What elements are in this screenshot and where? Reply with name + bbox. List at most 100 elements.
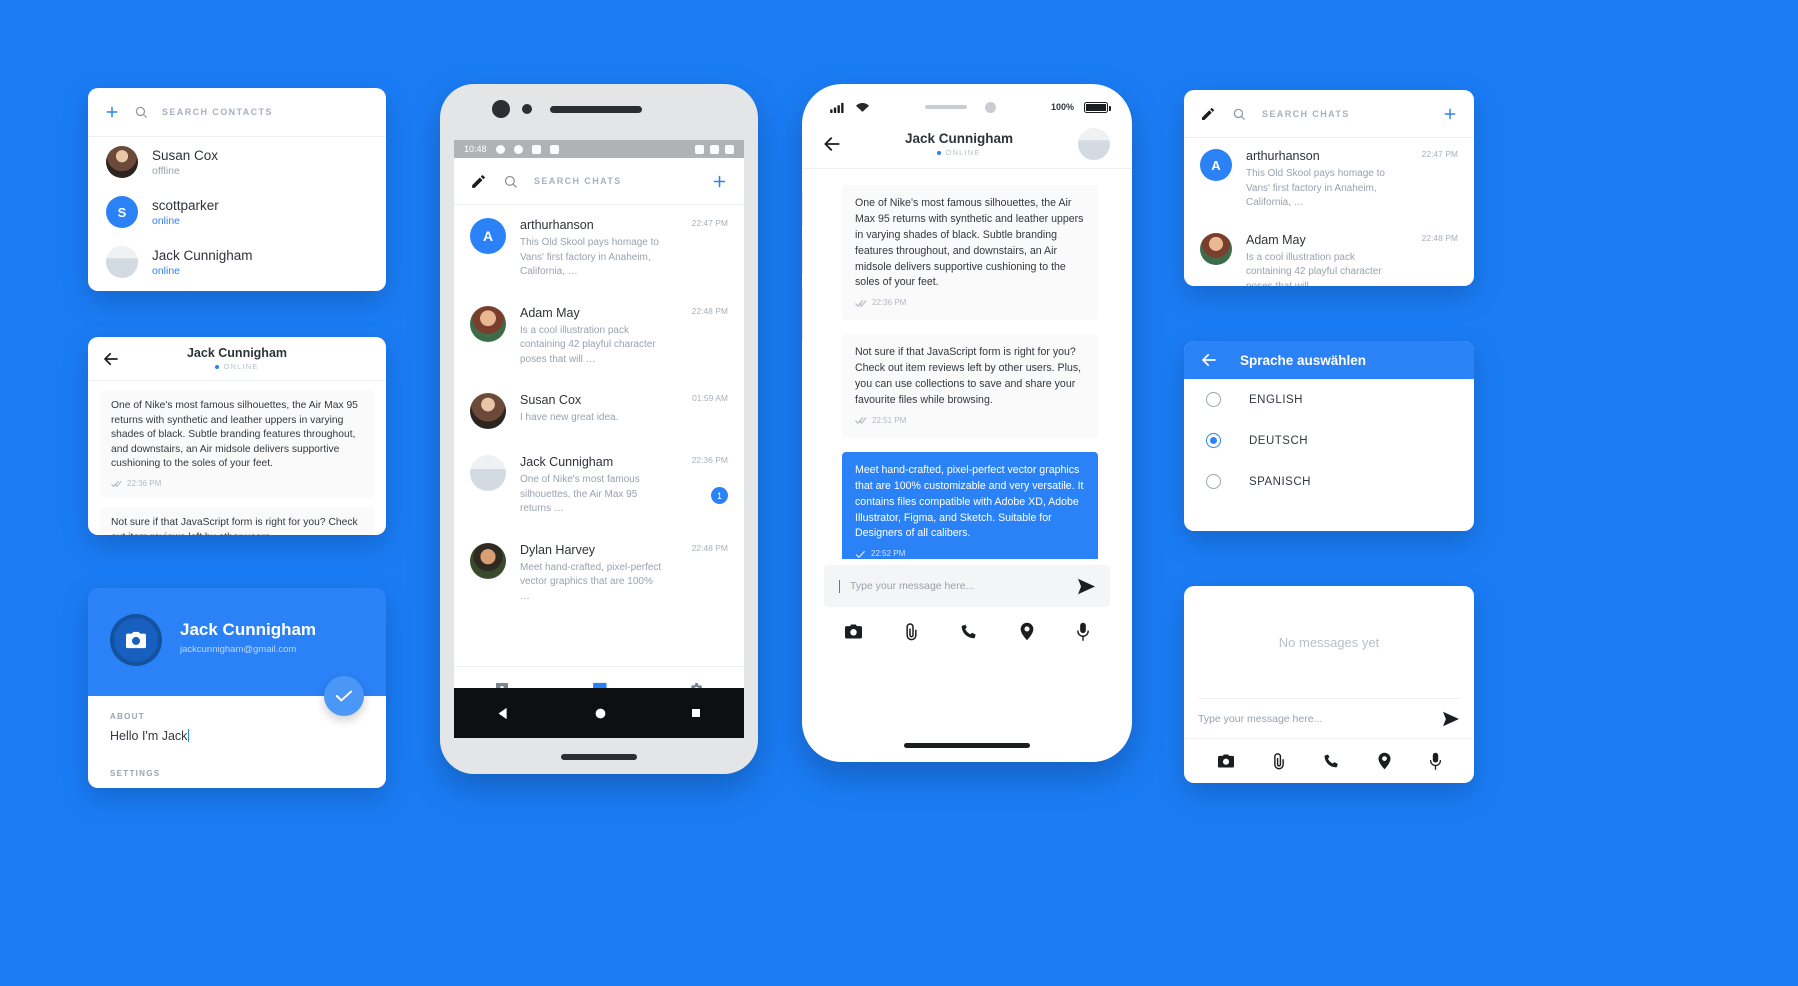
chat-time: 22:47 PM bbox=[691, 218, 728, 228]
contact-name: scottparker bbox=[152, 197, 219, 213]
avatar bbox=[106, 146, 138, 178]
radio-icon-selected[interactable] bbox=[1206, 433, 1221, 448]
profile-email: jackcunnigham@gmail.com bbox=[180, 644, 297, 655]
camera-avatar-icon[interactable] bbox=[110, 614, 162, 666]
new-chat-icon[interactable] bbox=[711, 173, 728, 190]
chat-time: 01:59 AM bbox=[692, 393, 728, 403]
chat-time: 22:48 PM bbox=[691, 542, 728, 553]
android-screen: 10:48 SEARCH CHATS A arthurhanson This O… bbox=[454, 140, 744, 724]
status-right-cluster bbox=[695, 144, 734, 154]
chat-name: Jack Cunnigham bbox=[520, 455, 614, 469]
language-option-deutsch[interactable]: DEUTSCH bbox=[1184, 420, 1474, 461]
search-icon[interactable] bbox=[1232, 107, 1246, 121]
status-icon-a bbox=[495, 144, 505, 154]
chat-preview: This Old Skool pays homage to Vans' firs… bbox=[520, 237, 659, 277]
chat-list[interactable]: A arthurhanson This Old Skool pays homag… bbox=[454, 205, 744, 635]
recents-nav-icon[interactable] bbox=[690, 707, 702, 719]
add-contact-icon[interactable] bbox=[104, 104, 120, 120]
back-nav-icon[interactable] bbox=[496, 706, 511, 721]
message-input[interactable]: Type your message here... bbox=[850, 580, 1067, 592]
send-icon[interactable] bbox=[1077, 578, 1096, 595]
chat-list-item[interactable]: Susan Cox I have new great idea. 01:59 A… bbox=[454, 380, 744, 442]
search-chats-input[interactable]: SEARCH CHATS bbox=[534, 176, 622, 186]
location-icon[interactable] bbox=[1019, 622, 1035, 641]
chat-time: 22:47 PM bbox=[1421, 149, 1458, 159]
chat-name: Dylan Harvey bbox=[520, 542, 596, 557]
message-thread[interactable]: One of Nike's most famous silhouettes, t… bbox=[802, 169, 1132, 559]
empty-state: No messages yet bbox=[1184, 586, 1474, 698]
sensor-icon bbox=[522, 104, 532, 114]
about-label: ABOUT bbox=[110, 712, 145, 721]
profile-card: Jack Cunnigham jackcunnigham@gmail.com A… bbox=[88, 588, 386, 788]
contacts-toolbar: SEARCH CONTACTS bbox=[88, 88, 386, 136]
phone-icon[interactable] bbox=[960, 622, 978, 640]
language-option-spanisch[interactable]: SPANISCH bbox=[1184, 461, 1474, 502]
chat-name: arthurhanson bbox=[520, 218, 594, 232]
location-icon[interactable] bbox=[1377, 752, 1392, 770]
chat-header-divider bbox=[88, 380, 386, 381]
avatar[interactable] bbox=[1076, 126, 1112, 162]
chat-preview: This Old Skool pays homage to Vans' firs… bbox=[1246, 168, 1385, 208]
power-button[interactable] bbox=[802, 288, 803, 340]
online-dot-icon bbox=[937, 151, 942, 156]
home-nav-icon[interactable] bbox=[594, 707, 607, 720]
message-composer[interactable]: Type your message here... bbox=[1198, 698, 1460, 738]
status-icon-b bbox=[513, 144, 523, 154]
online-dot-icon bbox=[215, 365, 220, 370]
chat-list-item[interactable]: Jack Cunnigham One of Nike's most famous… bbox=[454, 442, 744, 530]
camera-icon[interactable] bbox=[844, 623, 863, 640]
new-chat-icon[interactable] bbox=[1442, 106, 1458, 122]
message-composer[interactable]: Type your message here... bbox=[824, 565, 1110, 607]
chat-time: 22:36 PM bbox=[691, 455, 728, 465]
chat-list-item[interactable]: A arthurhanson This Old Skool pays homag… bbox=[1184, 138, 1474, 222]
back-arrow-icon[interactable] bbox=[1200, 351, 1218, 369]
chat-name: Adam May bbox=[520, 305, 580, 320]
volume-up-button[interactable] bbox=[802, 192, 803, 226]
chat-name: arthurhanson bbox=[1246, 149, 1320, 163]
phone-speaker-area bbox=[440, 84, 758, 134]
text-cursor bbox=[188, 729, 190, 742]
message-input[interactable]: Type your message here... bbox=[1198, 713, 1434, 725]
contact-status: online bbox=[152, 264, 181, 277]
search-chats-input[interactable]: SEARCH CHATS bbox=[1262, 109, 1350, 119]
attachment-icon[interactable] bbox=[1272, 752, 1286, 770]
earpiece-speaker bbox=[550, 105, 642, 113]
phone-icon[interactable] bbox=[1323, 752, 1340, 769]
chat-list-item[interactable]: Adam May Is a cool illustration pack con… bbox=[1184, 222, 1474, 286]
chat-list-item[interactable]: Adam May Is a cool illustration pack con… bbox=[454, 293, 744, 381]
save-profile-button[interactable] bbox=[324, 676, 364, 716]
ios-phone-mockup: 100% Jack Cunnigham ONLINE One of Nike's… bbox=[802, 84, 1132, 762]
search-contacts-input[interactable]: SEARCH CONTACTS bbox=[162, 107, 273, 117]
microphone-icon[interactable] bbox=[1429, 752, 1442, 770]
camera-icon[interactable] bbox=[1217, 753, 1235, 769]
home-indicator bbox=[904, 743, 1030, 748]
compose-pencil-icon[interactable] bbox=[1200, 106, 1216, 122]
chat-time: 22:48 PM bbox=[691, 305, 728, 316]
contact-status: online bbox=[152, 214, 181, 227]
chat-header: Jack Cunnigham ONLINE bbox=[88, 337, 386, 380]
avatar bbox=[470, 305, 506, 342]
back-arrow-icon[interactable] bbox=[822, 134, 842, 154]
search-icon[interactable] bbox=[503, 174, 518, 189]
volume-down-button[interactable] bbox=[802, 240, 803, 274]
contact-list-item[interactable]: S scottparker online bbox=[88, 187, 386, 237]
design-showcase-background: SEARCH CONTACTS Susan Cox offline S scot… bbox=[0, 0, 1798, 986]
message-text: Not sure if that JavaScript form is righ… bbox=[111, 517, 358, 535]
radio-icon[interactable] bbox=[1206, 392, 1221, 407]
search-icon[interactable] bbox=[134, 105, 148, 119]
chat-list-item[interactable]: A arthurhanson This Old Skool pays homag… bbox=[454, 205, 744, 293]
about-field[interactable]: Hello I'm Jack bbox=[110, 729, 364, 743]
attachment-icon[interactable] bbox=[904, 622, 919, 641]
radio-icon[interactable] bbox=[1206, 474, 1221, 489]
contact-list-item[interactable]: Jack Cunnigham online bbox=[88, 237, 386, 287]
back-arrow-icon[interactable] bbox=[102, 350, 120, 368]
battery-percent: 100% bbox=[1050, 102, 1074, 112]
profile-header: Jack Cunnigham jackcunnigham@gmail.com bbox=[88, 588, 386, 716]
send-icon[interactable] bbox=[1442, 711, 1460, 727]
contact-list-item[interactable]: Susan Cox offline bbox=[88, 137, 386, 187]
avatar bbox=[470, 393, 506, 429]
language-option-english[interactable]: ENGLISH bbox=[1184, 379, 1474, 420]
microphone-icon[interactable] bbox=[1076, 622, 1090, 641]
chat-list-item[interactable]: Dylan Harvey Meet hand-crafted, pixel-pe… bbox=[454, 530, 744, 618]
compose-pencil-icon[interactable] bbox=[470, 173, 487, 190]
